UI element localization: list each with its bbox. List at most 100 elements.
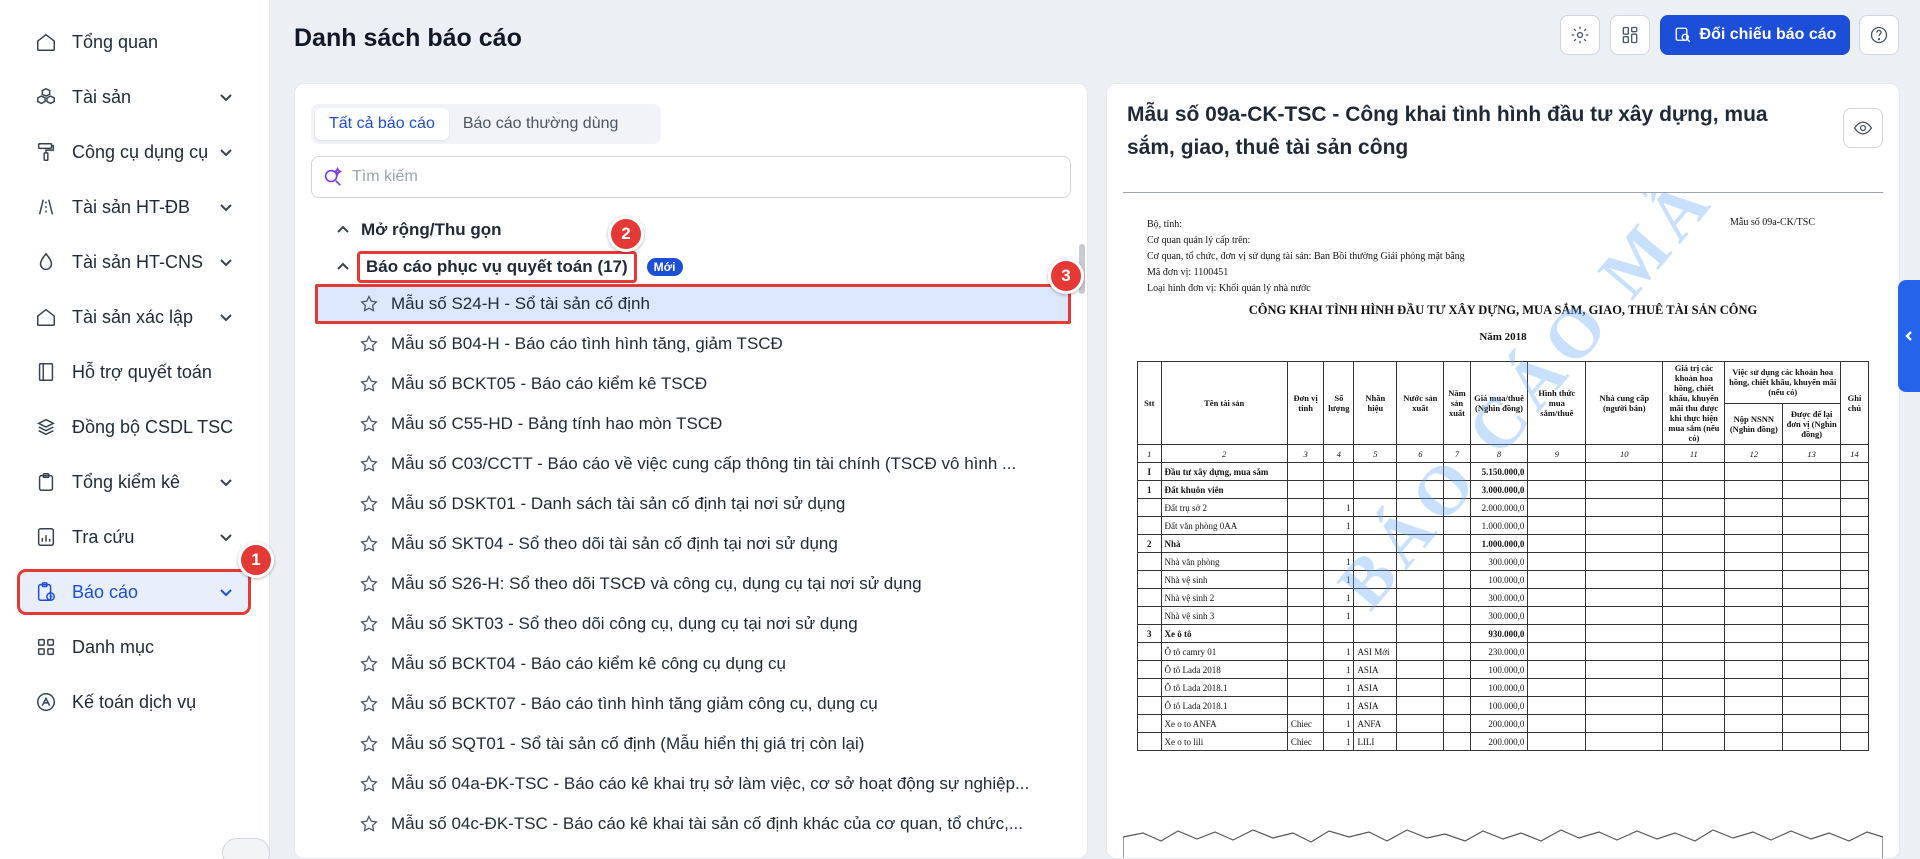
report-item[interactable]: Mẫu số B04-H - Báo cáo tình hình tăng, g… [315,324,1071,364]
sidebar-item-tài-sản[interactable]: Tài sản [20,77,248,117]
chevron-down-icon [218,309,234,325]
sidebar-item-kế-toán-dịch-vụ[interactable]: Kế toán dịch vụ [20,682,248,722]
table-cell [1585,660,1664,679]
sidebar-item-label: Đồng bộ CSDL TSC [72,416,234,437]
report-item[interactable]: Mẫu số S24-H - Sổ tài sản cố định [315,284,1071,324]
table-cell [1724,498,1784,517]
table-cell [1396,678,1445,697]
col-header: Đơn vị tính [1286,361,1325,445]
document-meta-line: Cơ quan, tổ chức, đơn vị sử dụng tài sản… [1147,251,1465,262]
col-header: Tên tài sản [1160,361,1288,445]
col-header: Giá trị các khoản hoa hồng, chiết khấu, … [1662,361,1726,445]
sidebar-item-đồng-bộ-csdl-tsc[interactable]: Đồng bộ CSDL TSC [20,407,248,447]
report-item[interactable]: Mẫu số C55-HD - Bảng tính hao mòn TSCĐ [315,404,1071,444]
search-input[interactable] [352,168,1032,186]
table-cell [1585,570,1664,589]
report-item[interactable]: Mẫu số SKT04 - Sổ theo dõi tài sản cố đị… [315,524,1071,564]
report-item[interactable]: Mẫu số S26-H: Sổ theo dõi TSCĐ và công c… [315,564,1071,604]
table-cell: Chiec [1286,714,1325,733]
table-cell [1137,606,1162,625]
star-icon[interactable] [359,534,379,554]
report-item-label: Mẫu số S24-H - Sổ tài sản cố định [391,294,650,313]
table-cell [1840,552,1869,571]
star-icon[interactable] [359,694,379,714]
settings-button[interactable] [1560,15,1600,55]
table-cell: 100.000,0 [1469,570,1529,589]
table-cell [1137,732,1162,751]
report-item[interactable]: Mẫu số SQT01 - Sổ tài sản cố định (Mẫu h… [315,724,1071,764]
report-item-label: Mẫu số C55-HD - Bảng tính hao mòn TSCĐ [391,414,723,433]
star-icon[interactable] [359,654,379,674]
star-icon[interactable] [359,294,379,314]
star-icon[interactable] [359,614,379,634]
report-item[interactable]: Mẫu số 04c-ĐK-TSC - Báo cáo kê khai tài … [315,804,1071,844]
table-cell [1662,570,1726,589]
sidebar-item-tra-cứu[interactable]: Tra cứu [20,517,248,557]
star-icon[interactable] [359,374,379,394]
table-cell [1286,498,1325,517]
star-icon[interactable] [359,574,379,594]
table-row: Xe o to ANFA Chiec 1 ANFA 200.000,0 [1137,714,1869,733]
table-cell [1724,642,1784,661]
expand-collapse-label: Mở rộng/Thu gọn [361,220,502,239]
sidebar-item-tổng-quan[interactable]: Tổng quan [20,22,248,62]
table-cell [1323,480,1355,499]
report-item[interactable]: Mẫu số BCKT05 - Báo cáo kiểm kê TSCĐ [315,364,1071,404]
table-cell [1585,480,1664,499]
table-cell [1724,606,1784,625]
table-cell [1585,606,1664,625]
report-item[interactable]: Mẫu số BCKT07 - Báo cáo tình hình tăng g… [315,684,1071,724]
table-cell [1443,624,1471,643]
sidebar-item-danh-mục[interactable]: Danh mục [20,627,248,667]
sidebar-item-hỗ-trợ-quyết-toán[interactable]: Hỗ trợ quyết toán [20,352,248,392]
sidebar-item-công-cụ-dụng-cụ[interactable]: Công cụ dụng cụ [20,132,248,172]
table-cell: Đất khuôn viên [1160,480,1288,499]
layout-button[interactable] [1610,15,1650,55]
table-cell [1286,642,1325,661]
star-icon[interactable] [359,334,379,354]
star-icon[interactable] [359,814,379,834]
report-item[interactable]: Mẫu số DSKT01 - Danh sách tài sản cố địn… [315,484,1071,524]
star-icon[interactable] [359,774,379,794]
table-cell [1662,480,1726,499]
star-icon[interactable] [359,734,379,754]
star-icon[interactable] [359,494,379,514]
report-preview-panel: Mẫu số 09a-CK-TSC - Công khai tình hình … [1106,83,1900,859]
table-cell: 2 [1160,444,1288,463]
report-item-label: Mẫu số DSKT01 - Danh sách tài sản cố địn… [391,494,846,513]
report-group[interactable]: Báo cáo phục vụ quyết toán (17) Mới [335,251,683,283]
star-icon[interactable] [359,454,379,474]
report-item[interactable]: Mẫu số BCKT04 - Báo cáo kiểm kê công cụ … [315,644,1071,684]
report-item[interactable]: Mẫu số 04a-ĐK-TSC - Báo cáo kê khai trụ … [315,764,1071,804]
table-cell [1323,462,1355,481]
col-header: Nộp NSNN (Nghìn đồng) [1724,402,1784,445]
table-cell [1585,678,1664,697]
table-cell: Nhà vệ sinh [1160,570,1288,589]
table-cell [1443,588,1471,607]
help-button[interactable] [1859,15,1899,55]
sidebar-item-báo-cáo[interactable]: Báo cáo [17,569,251,615]
table-cell: Nhà [1160,534,1288,553]
chevron-down-icon [218,199,234,215]
side-panel-toggle[interactable] [1898,280,1920,392]
report-item[interactable]: Mẫu số C03/CCTT - Báo cáo về việc cung c… [315,444,1071,484]
star-icon[interactable] [359,414,379,434]
compare-reports-button[interactable]: Đối chiếu báo cáo [1660,15,1850,55]
sidebar-collapse-handle[interactable] [222,838,270,859]
table-cell [1286,516,1325,535]
preview-button[interactable] [1843,108,1883,148]
expand-collapse-toggle[interactable]: Mở rộng/Thu gọn [335,217,502,243]
tab-frequent-reports[interactable]: Báo cáo thường dùng [449,108,633,140]
table-cell [1443,732,1471,751]
tab-all-reports[interactable]: Tất cả báo cáo [315,108,449,140]
table-cell [1443,570,1471,589]
ai-search-icon [324,166,343,186]
eye-icon [1853,121,1873,135]
table-cell [1840,480,1869,499]
sidebar-item-tài-sản-ht-cns[interactable]: Tài sản HT-CNS [20,242,248,282]
report-item[interactable]: Mẫu số SKT03 - Sổ theo dõi công cụ, dụng… [315,604,1071,644]
sidebar-item-tổng-kiểm-kê[interactable]: Tổng kiểm kê [20,462,248,502]
sidebar-item-tài-sản-xác-lập[interactable]: Tài sản xác lập [20,297,248,337]
sidebar-item-tài-sản-ht-đb[interactable]: Tài sản HT-ĐB [20,187,248,227]
report-item-label: Mẫu số SQT01 - Sổ tài sản cố định (Mẫu h… [391,734,865,753]
